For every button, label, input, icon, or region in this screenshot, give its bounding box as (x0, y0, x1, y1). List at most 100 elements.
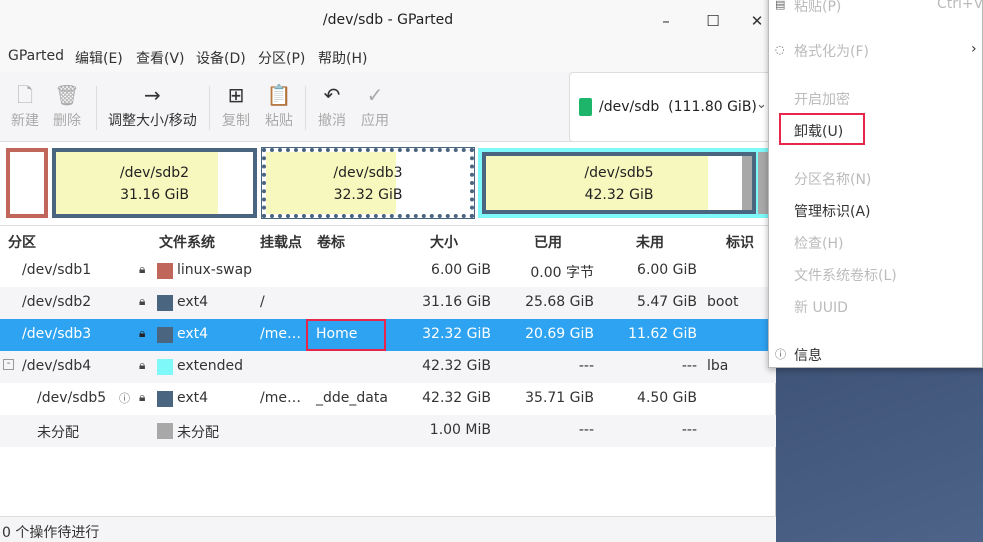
unused: --- (681, 358, 697, 374)
partition-block-sdb5[interactable]: /dev/sdb5 42.32 GiB (482, 152, 756, 214)
table-row[interactable]: /dev/sdb5 ⓘ 🔒︎ ext4/me… _dde_data 42.32 GiB 35… (0, 383, 776, 415)
size: 42.32 GiB (422, 390, 491, 406)
menu-item-info[interactable]: 信息 (794, 345, 822, 365)
unused: 4.50 GiB (637, 390, 697, 406)
menu-item-paste[interactable]: 粘贴(P) (794, 0, 841, 16)
resize-label: 调整大小/移动 (108, 113, 197, 129)
maximize-button[interactable]: ☐ (700, 8, 726, 34)
col-partition[interactable]: 分区 (8, 232, 36, 252)
menu-gparted[interactable]: GParted (8, 48, 64, 64)
new-label: 新建 (11, 113, 39, 129)
menu-item-manage-flags[interactable]: 管理标识(A) (794, 201, 871, 221)
menu-item-encrypt[interactable]: 开启加密 (794, 89, 850, 109)
menu-item-new-uuid[interactable]: 新 UUID (794, 297, 848, 317)
partition-name: /dev/sdb2 (22, 294, 92, 310)
disk-graphic: /dev/sdb2 31.16 GiB /dev/sdb3 32.32 GiB … (0, 142, 776, 226)
unused: --- (681, 422, 697, 438)
menu-item-format[interactable]: 格式化为(F) (794, 41, 869, 61)
paste-label: 粘贴 (265, 113, 293, 129)
used: 0.00 字节 (530, 265, 594, 281)
partition-name: /dev/sdb1 (22, 262, 92, 278)
menu-bar: GParted 编辑(E) 查看(V) 设备(D) 分区(P) 帮助(H) (0, 42, 776, 72)
delete-label: 删除 (53, 113, 81, 129)
used: 20.69 GiB (525, 326, 594, 342)
menu-device[interactable]: 设备(D) (196, 48, 246, 68)
apply-button[interactable]: ✓ 应用 (361, 80, 389, 130)
table-row[interactable]: 未分配 未分配 1.00 MiB --- --- (0, 415, 776, 447)
paste-button[interactable]: 📋 粘贴 (265, 80, 293, 130)
col-size[interactable]: 大小 (430, 232, 458, 252)
fs-color-swatch (157, 295, 173, 311)
filesystem: ext4 (177, 294, 209, 310)
warning-icon: ⓘ (119, 392, 130, 405)
col-label[interactable]: 卷标 (317, 232, 345, 252)
col-used[interactable]: 已用 (534, 232, 562, 252)
delete-button[interactable]: 🗑 删除 (53, 80, 81, 130)
partition-block-sdb3[interactable]: /dev/sdb3 32.32 GiB (261, 147, 475, 219)
lock-icon: 🔒︎ (139, 294, 146, 308)
lock-icon: 🔒︎ (139, 262, 146, 276)
col-filesystem[interactable]: 文件系统 (159, 232, 215, 252)
undo-button[interactable]: ↶ 撤消 (318, 80, 346, 130)
menu-item-partition-name[interactable]: 分区名称(N) (794, 169, 871, 189)
unused: 11.62 GiB (628, 326, 697, 342)
table-row[interactable]: -/dev/sdb4 🔒︎ extended 42.32 GiB --- --- lba (0, 351, 776, 383)
lock-icon: 🔒︎ (139, 358, 146, 372)
copy-icon: ⊞ (227, 83, 245, 107)
submenu-arrow-icon: › (971, 41, 977, 57)
partition-name: /dev/sdb3 (22, 326, 92, 342)
fs-color-swatch (157, 391, 173, 407)
copy-button[interactable]: ⊞ 复制 (222, 80, 250, 130)
label: _dde_data (316, 390, 388, 406)
toolbar-separator (305, 86, 306, 130)
resize-move-button[interactable]: → 调整大小/移动 (108, 80, 197, 130)
highlight-box (306, 319, 386, 351)
partition-size: 31.16 GiB (120, 187, 189, 203)
collapse-icon[interactable]: - (3, 359, 14, 370)
flags: boot (707, 294, 739, 310)
size: 31.16 GiB (422, 294, 491, 310)
undo-label: 撤消 (318, 113, 346, 129)
device-selector[interactable]: /dev/sdb (111.80 GiB) ⌄ (569, 72, 779, 142)
mountpoint: /me… (260, 390, 301, 406)
filesystem: 未分配 (177, 425, 219, 441)
new-button[interactable]: 🗋 新建 (11, 80, 39, 130)
partition-name: /dev/sdb3 (333, 165, 403, 181)
table-row[interactable]: /dev/sdb2 🔒︎ ext4 / 31.16 GiB 25.68 GiB 5.47 G… (0, 287, 776, 319)
partition-block-sdb4-extended[interactable]: /dev/sdb5 42.32 GiB (478, 148, 776, 218)
partition-block-sdb2[interactable]: /dev/sdb2 31.16 GiB (52, 148, 257, 218)
undo-icon: ↶ (323, 83, 341, 107)
size: 6.00 GiB (431, 262, 491, 278)
partition-name: 未分配 (37, 425, 79, 441)
used: --- (578, 358, 594, 374)
table-header: 分区 文件系统 挂载点 卷标 大小 已用 未用 标识 (0, 226, 776, 256)
toolbar-separator (96, 86, 97, 130)
filesystem: extended (177, 358, 244, 374)
used: 25.68 GiB (525, 294, 594, 310)
used: 35.71 GiB (525, 390, 594, 406)
col-mountpoint[interactable]: 挂载点 (260, 232, 302, 252)
table-row[interactable]: /dev/sdb1 🔒︎ linux-swap 6.00 GiB 0.00 字节 6.00… (0, 255, 776, 287)
status-bar: 0 个操作待进行 (0, 516, 776, 542)
mountpoint: / (260, 294, 265, 310)
partition-size: 42.32 GiB (584, 187, 654, 203)
copy-label: 复制 (222, 113, 250, 129)
title-bar: /dev/sdb - GParted – ☐ ✕ (0, 0, 776, 42)
fs-color-swatch (157, 327, 173, 343)
paste-icon: 📋 (266, 83, 292, 107)
partition-name: /dev/sdb4 (22, 358, 92, 374)
minimize-button[interactable]: – (653, 8, 679, 34)
menu-partition[interactable]: 分区(P) (258, 48, 305, 68)
gparted-window: /dev/sdb - GParted – ☐ ✕ GParted 编辑(E) 查… (0, 0, 779, 542)
menu-item-check[interactable]: 检查(H) (794, 233, 843, 253)
col-flags[interactable]: 标识 (726, 232, 754, 252)
table-row[interactable]: /dev/sdb3 🔒︎ ext4/me… Home 32.32 GiB 20.69 Gi… (0, 319, 776, 351)
menu-edit[interactable]: 编辑(E) (75, 48, 123, 68)
partition-block-sdb1[interactable] (6, 148, 48, 218)
close-button[interactable]: ✕ (744, 8, 770, 34)
menu-help[interactable]: 帮助(H) (318, 48, 367, 68)
col-unused[interactable]: 未用 (636, 232, 664, 252)
menu-view[interactable]: 查看(V) (136, 48, 185, 68)
menu-item-fs-label[interactable]: 文件系统卷标(L) (794, 265, 897, 285)
chevron-down-icon: ⌄ (756, 97, 767, 112)
